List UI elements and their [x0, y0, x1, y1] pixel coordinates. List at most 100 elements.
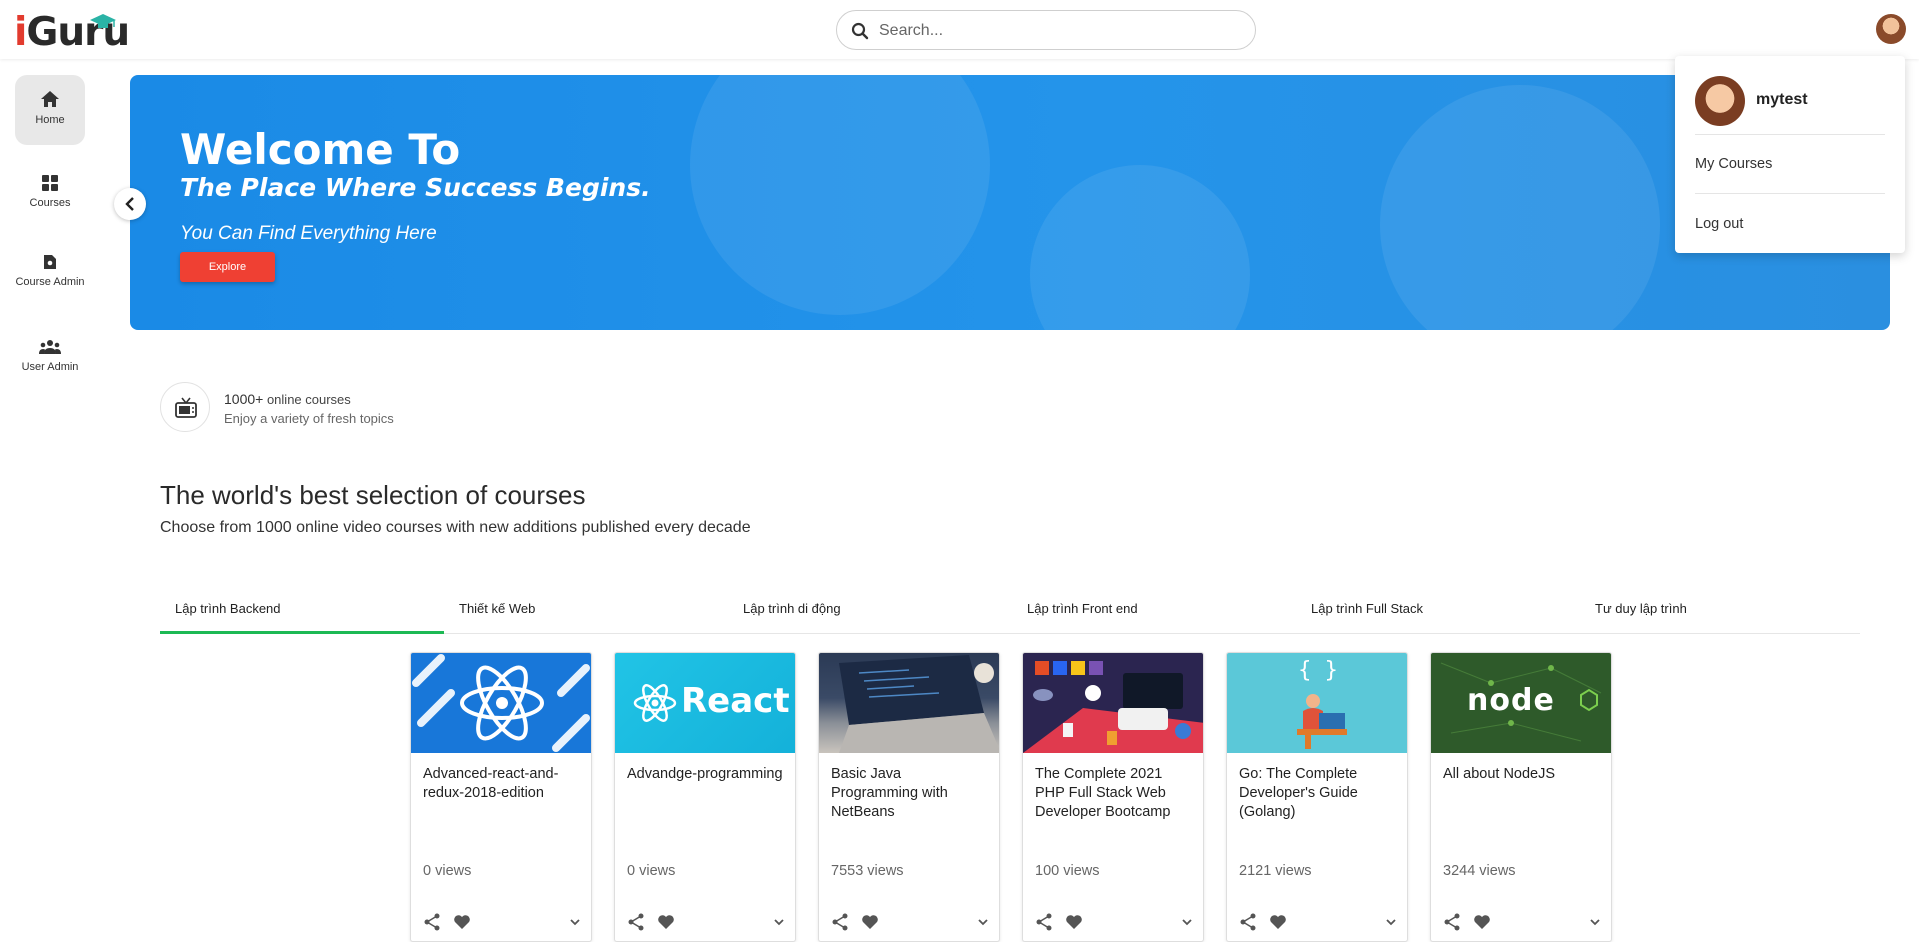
tv-icon	[160, 382, 210, 432]
sidebar-item-home[interactable]: Home	[15, 75, 85, 145]
course-card[interactable]: Advanced-react-and-redux-2018-edition 0 …	[410, 652, 592, 942]
stat-label: online courses	[266, 392, 351, 407]
card-actions	[1239, 913, 1399, 935]
home-icon	[41, 91, 59, 107]
share-icon[interactable]	[831, 913, 849, 931]
tab-fullstack[interactable]: Lập trình Full Stack	[1296, 592, 1580, 634]
course-title[interactable]: Go: The Complete Developer's Guide (Gola…	[1239, 765, 1399, 822]
tab-programming-thinking[interactable]: Tư duy lập trình	[1580, 592, 1864, 634]
card-actions	[627, 913, 787, 935]
banner-decoration	[1380, 85, 1660, 330]
sidebar-item-label: Courses	[29, 197, 71, 209]
course-card[interactable]: The Complete 2021 PHP Full Stack Web Dev…	[1022, 652, 1204, 942]
stat-number: 1000+	[224, 391, 264, 407]
hero-banner: Welcome To The Place Where Success Begin…	[130, 75, 1890, 330]
share-icon[interactable]	[423, 913, 441, 931]
chevron-down-icon[interactable]	[569, 916, 581, 928]
banner-heading: Welcome To	[180, 125, 461, 174]
course-thumbnail	[1023, 653, 1203, 753]
course-title[interactable]: The Complete 2021 PHP Full Stack Web Dev…	[1035, 765, 1195, 822]
heart-icon[interactable]	[453, 913, 471, 931]
course-thumbnail	[819, 653, 999, 753]
course-admin-icon	[44, 255, 56, 269]
sidebar-item-label: Home	[35, 114, 65, 126]
grid-icon	[42, 175, 58, 191]
heart-icon[interactable]	[1473, 913, 1491, 931]
stat-description: Enjoy a variety of fresh topics	[224, 411, 394, 426]
react-logo-text: React	[681, 681, 790, 721]
banner-decoration	[1030, 165, 1250, 330]
sidebar-item-user-admin[interactable]: User Admin	[15, 339, 85, 409]
sidebar-item-course-admin[interactable]: Course Admin	[15, 254, 85, 324]
course-title[interactable]: Advandge-programming	[627, 765, 787, 784]
sidebar-item-label: Course Admin	[15, 276, 85, 288]
svg-text:{ }: { }	[1298, 658, 1338, 683]
card-actions	[831, 913, 991, 935]
card-actions	[1035, 913, 1195, 935]
search-icon	[851, 22, 869, 40]
course-views: 3244 views	[1443, 863, 1516, 879]
avatar	[1695, 76, 1745, 126]
share-icon[interactable]	[1239, 913, 1257, 931]
tab-frontend[interactable]: Lập trình Front end	[1012, 592, 1296, 634]
sidebar-item-courses[interactable]: Courses	[15, 175, 85, 235]
card-actions	[423, 913, 583, 935]
course-title[interactable]: Basic Java Programming with NetBeans	[831, 765, 991, 822]
graduation-cap-icon	[90, 14, 116, 28]
menu-item-my-courses[interactable]: My Courses	[1695, 156, 1772, 172]
course-card[interactable]: Basic Java Programming with NetBeans 755…	[818, 652, 1000, 942]
course-views: 2121 views	[1239, 863, 1312, 879]
chevron-down-icon[interactable]	[1385, 916, 1397, 928]
category-tabs: Lập trình Backend Thiết kế Web Lập trình…	[160, 592, 1860, 634]
username: mytest	[1756, 91, 1808, 108]
explore-button[interactable]: Explore	[180, 252, 275, 282]
banner-decoration	[690, 75, 990, 315]
section-title: The world's best selection of courses	[160, 480, 586, 510]
course-thumbnail	[411, 653, 591, 753]
share-icon[interactable]	[627, 913, 645, 931]
heart-icon[interactable]	[657, 913, 675, 931]
course-title[interactable]: Advanced-react-and-redux-2018-edition	[423, 765, 583, 803]
course-card[interactable]: node All about NodeJS 3244 views	[1430, 652, 1612, 942]
search-bar[interactable]	[836, 10, 1256, 50]
share-icon[interactable]	[1443, 913, 1461, 931]
carousel-prev-button[interactable]	[114, 188, 146, 220]
user-group-icon	[39, 340, 61, 354]
tab-mobile[interactable]: Lập trình di động	[728, 592, 1012, 634]
course-views: 0 views	[627, 863, 676, 879]
course-card[interactable]: React Advandge-programming 0 views	[614, 652, 796, 942]
chevron-down-icon[interactable]	[1589, 916, 1601, 928]
chevron-left-icon	[125, 197, 134, 211]
chevron-down-icon[interactable]	[977, 916, 989, 928]
divider	[1695, 134, 1885, 135]
section-subtitle: Choose from 1000 online video courses wi…	[160, 519, 751, 536]
nodejs-logo-text: node	[1467, 683, 1555, 718]
course-thumbnail: { }	[1227, 653, 1407, 753]
banner-subheading: The Place Where Success Begins.	[180, 173, 651, 202]
sidebar-item-label: User Admin	[21, 361, 79, 373]
tab-web-design[interactable]: Thiết kế Web	[444, 592, 728, 634]
course-thumbnail: node	[1431, 653, 1611, 753]
search-input[interactable]	[879, 19, 1239, 43]
heart-icon[interactable]	[1065, 913, 1083, 931]
heart-icon[interactable]	[1269, 913, 1287, 931]
top-bar: iGuru	[0, 0, 1919, 59]
heart-icon[interactable]	[861, 913, 879, 931]
course-views: 7553 views	[831, 863, 904, 879]
course-title[interactable]: All about NodeJS	[1443, 765, 1603, 784]
card-actions	[1443, 913, 1603, 935]
sidebar: Home Courses Course Admin User Admin	[0, 59, 100, 936]
banner-tagline: You Can Find Everything Here	[180, 223, 437, 244]
user-dropdown-menu: mytest My Courses Log out	[1675, 56, 1905, 253]
course-card[interactable]: { } Go: The Complete Developer's Guide (…	[1226, 652, 1408, 942]
stat-courses-count: 1000+ online courses	[224, 391, 351, 407]
menu-item-log-out[interactable]: Log out	[1695, 216, 1743, 232]
course-views: 100 views	[1035, 863, 1100, 879]
divider	[1695, 193, 1885, 194]
chevron-down-icon[interactable]	[1181, 916, 1193, 928]
tab-backend[interactable]: Lập trình Backend	[160, 592, 444, 634]
user-avatar-button[interactable]	[1876, 14, 1906, 44]
share-icon[interactable]	[1035, 913, 1053, 931]
chevron-down-icon[interactable]	[773, 916, 785, 928]
course-thumbnail: React	[615, 653, 795, 753]
